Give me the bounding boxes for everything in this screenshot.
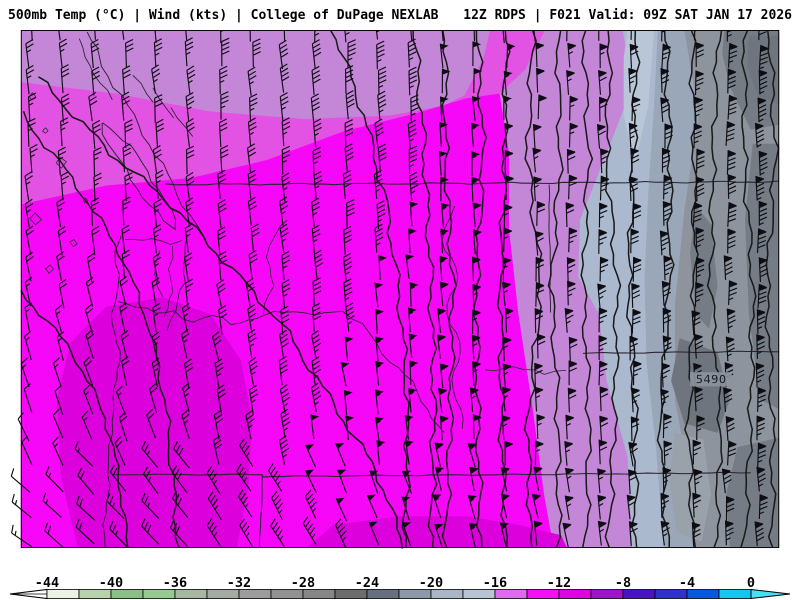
product-title: 500mb Temp (°C) | Wind (kts) | College o… <box>8 7 439 23</box>
colorbar: -44 -40 -36 -32 -28 -24 -20 -16 -12 -8 -4 0 <box>0 576 800 600</box>
colorbar-tick-label: -4 <box>679 576 695 591</box>
right-overflow-arrow-icon <box>750 588 791 600</box>
colorbar-tick-label: -40 <box>99 576 123 591</box>
colorbar-tick-label: -28 <box>291 576 315 591</box>
colorbar-tick-label: -8 <box>615 576 631 591</box>
weather-map: 5490 <box>0 30 800 576</box>
contour-label-5490: 5490 <box>696 373 727 388</box>
header-bar: 500mb Temp (°C) | Wind (kts) | College o… <box>0 0 800 30</box>
validity-info: 12Z RDPS | F021 Valid: 09Z SAT JAN 17 20… <box>463 7 792 23</box>
colorbar-tick-label: -44 <box>35 576 59 591</box>
colorbar-tick-label: 0 <box>747 576 755 591</box>
map-canvas: 5490 <box>10 30 780 549</box>
colorbar-tick-label: -12 <box>547 576 571 591</box>
colorbar-tick-label: -24 <box>355 576 379 591</box>
colorbar-canvas: -44 -40 -36 -32 -28 -24 -20 -16 -12 -8 -4 0 <box>9 576 791 600</box>
colorbar-tick-label: -32 <box>227 576 251 591</box>
colorbar-tick-label: -36 <box>163 576 187 591</box>
colorbar-tick-label: -20 <box>419 576 443 591</box>
colorbar-tick-label: -16 <box>483 576 507 591</box>
